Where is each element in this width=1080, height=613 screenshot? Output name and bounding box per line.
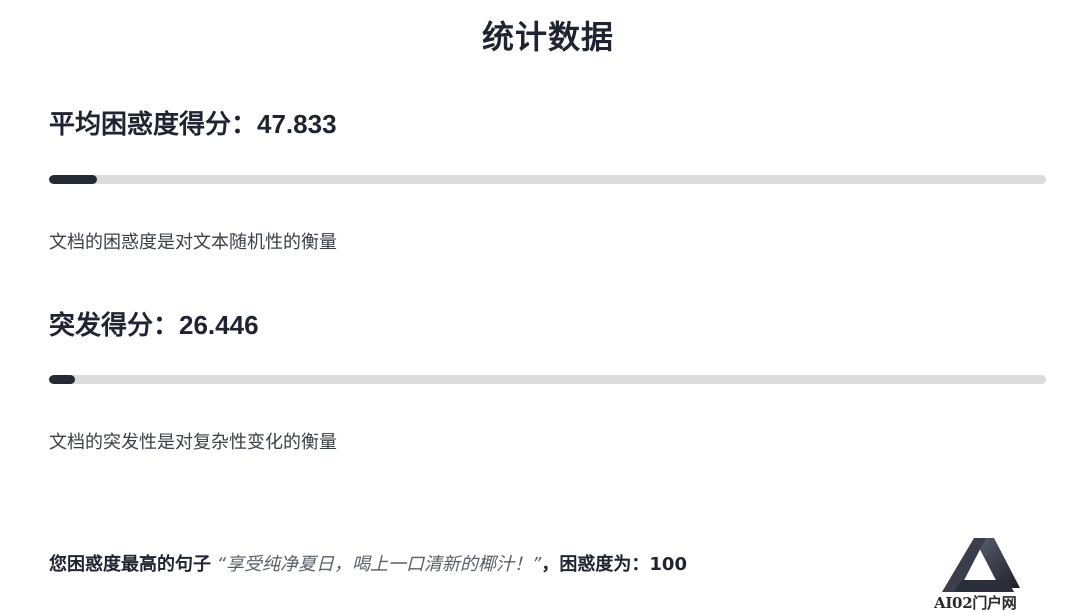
burstiness-value: 26.446 — [179, 310, 259, 340]
perplexity-description: 文档的困惑度是对文本随机性的衡量 — [49, 232, 337, 253]
burstiness-progress-bar — [49, 375, 1046, 384]
highest-sentence-text: “享受纯净夏日，喝上一口清新的椰汁！” — [216, 554, 542, 575]
perplexity-progress-bar — [49, 175, 1046, 184]
highest-sentence-score: 100 — [649, 554, 687, 575]
perplexity-value: 47.833 — [257, 109, 337, 139]
burstiness-heading: 突发得分：26.446 — [49, 305, 259, 342]
highest-sentence-prefix: 您困惑度最高的句子 — [49, 554, 211, 575]
watermark-text: AI02门户网 — [934, 594, 1017, 612]
highest-sentence-suffix-label: ，困惑度为： — [541, 554, 650, 575]
perplexity-heading: 平均困惑度得分：47.833 — [49, 104, 337, 141]
burstiness-progress-fill — [49, 375, 75, 384]
perplexity-label: 平均困惑度得分： — [49, 110, 258, 140]
burstiness-label: 突发得分： — [49, 311, 180, 341]
burstiness-description: 文档的突发性是对复杂性变化的衡量 — [49, 432, 337, 453]
highest-perplexity-sentence: 您困惑度最高的句子 “享受纯净夏日，喝上一口清新的椰汁！”，困惑度为：100 — [49, 550, 687, 576]
perplexity-progress-fill — [49, 175, 97, 184]
page-title: 统计数据 — [481, 18, 614, 56]
